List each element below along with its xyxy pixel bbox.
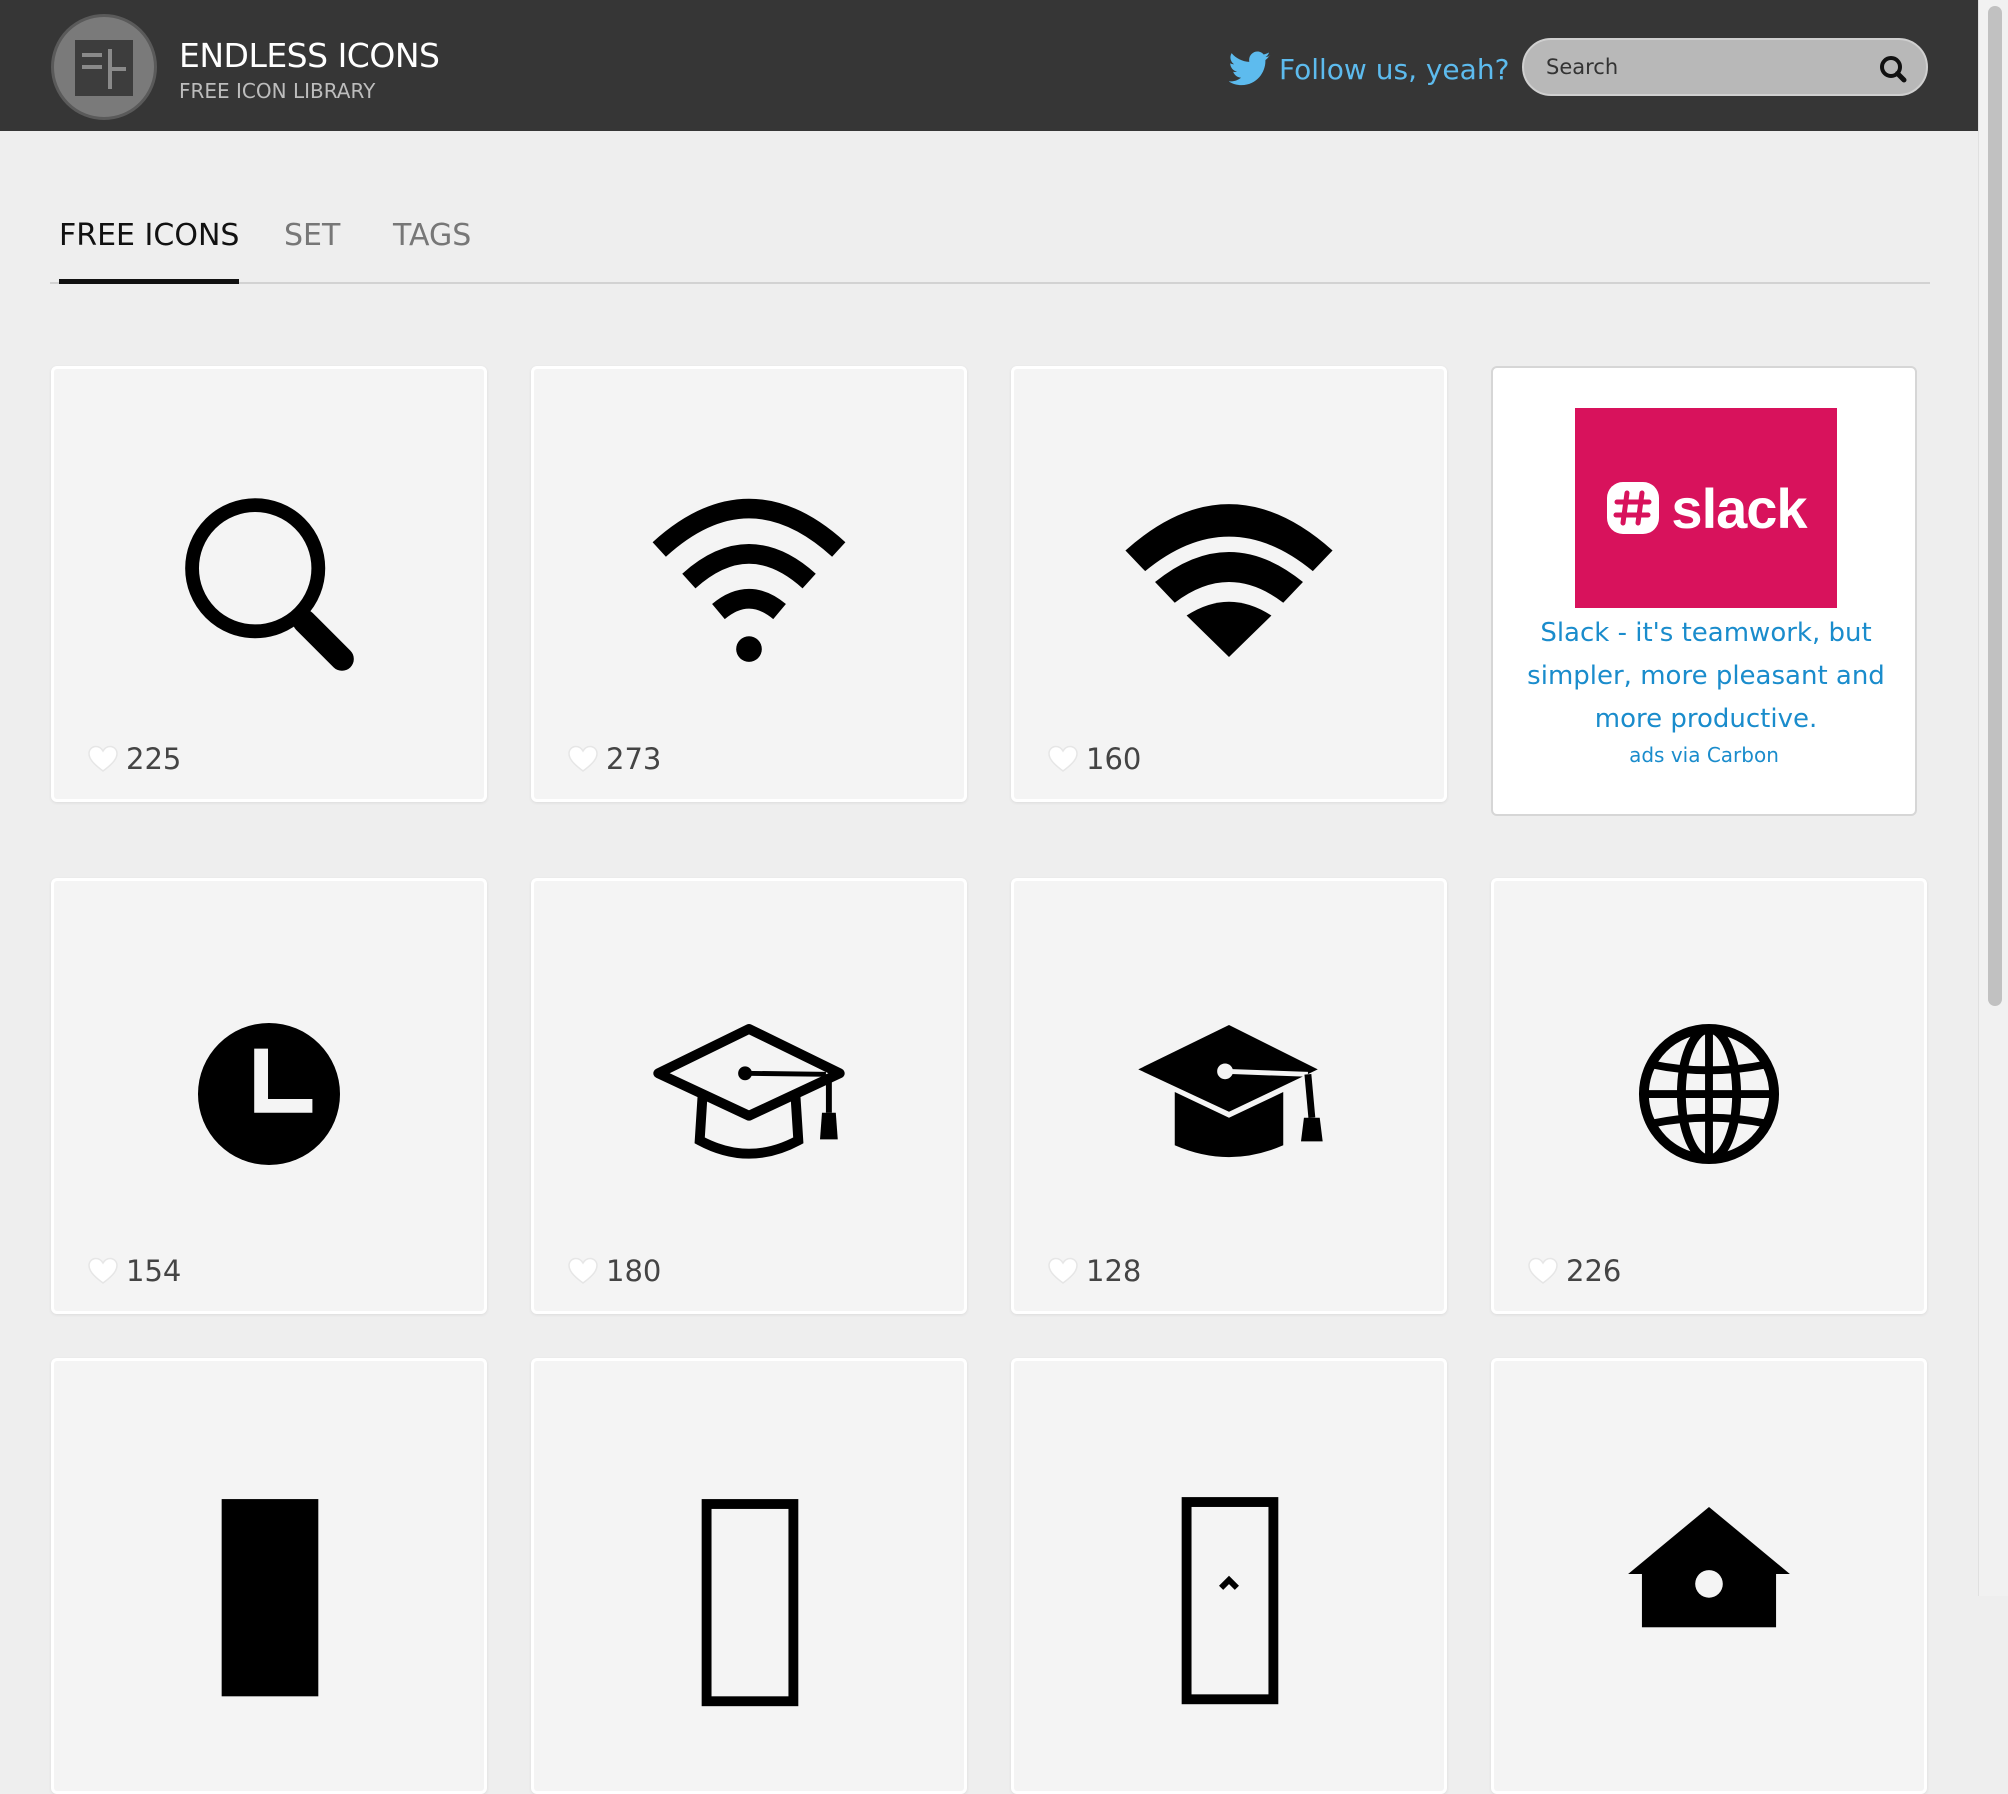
like-counter[interactable]: 273 bbox=[568, 741, 661, 777]
icon-card[interactable]: 273 bbox=[531, 366, 967, 802]
twitter-icon bbox=[1229, 51, 1271, 86]
search-icon bbox=[185, 498, 354, 671]
icon-card[interactable]: 128 bbox=[1011, 878, 1447, 1314]
like-count: 160 bbox=[1086, 742, 1142, 776]
like-counter[interactable]: 160 bbox=[1048, 741, 1141, 777]
icon-card[interactable] bbox=[1011, 1358, 1447, 1794]
icon-card[interactable]: 154 bbox=[51, 878, 487, 1314]
ad-text[interactable]: Slack - it's teamwork, but simpler, more… bbox=[1513, 612, 1899, 741]
site-logo[interactable] bbox=[51, 14, 157, 120]
like-count: 180 bbox=[606, 1254, 662, 1288]
scrollbar-thumb[interactable] bbox=[1988, 6, 2002, 1006]
icon-card[interactable] bbox=[1491, 1358, 1927, 1794]
graduation-cap-solid-icon bbox=[1138, 1024, 1323, 1158]
carbon-ad[interactable]: slack Slack - it's teamwork, but simpler… bbox=[1491, 366, 1917, 816]
icon-card[interactable]: 225 bbox=[51, 366, 487, 802]
icon-card[interactable] bbox=[51, 1358, 487, 1794]
site-subtitle: FREE ICON LIBRARY bbox=[179, 79, 376, 103]
heart-icon bbox=[1048, 1257, 1078, 1284]
like-count: 154 bbox=[126, 1254, 182, 1288]
heart-icon bbox=[1528, 1257, 1558, 1284]
search-input[interactable] bbox=[1544, 48, 1868, 86]
icon-card[interactable]: 160 bbox=[1011, 366, 1447, 802]
ad-brand: slack bbox=[1671, 476, 1807, 540]
wifi-icon bbox=[652, 498, 846, 662]
bookmark-outline-icon bbox=[1181, 1497, 1279, 1705]
search-box bbox=[1522, 38, 1928, 96]
tab-tags[interactable]: TAGS bbox=[393, 218, 471, 280]
search-icon[interactable] bbox=[1878, 54, 1908, 84]
heart-icon bbox=[568, 745, 598, 772]
like-counter[interactable]: 128 bbox=[1048, 1253, 1141, 1289]
like-counter[interactable]: 226 bbox=[1528, 1253, 1621, 1289]
tab-free-icons[interactable]: FREE ICONS bbox=[59, 218, 240, 284]
icon-card[interactable]: 226 bbox=[1491, 878, 1927, 1314]
clock-icon bbox=[197, 1023, 341, 1166]
like-count: 273 bbox=[606, 742, 662, 776]
tab-set[interactable]: SET bbox=[284, 218, 340, 280]
like-count: 128 bbox=[1086, 1254, 1142, 1288]
heart-icon bbox=[568, 1257, 598, 1284]
rectangle-outline-icon bbox=[701, 1499, 799, 1707]
twitter-follow-link[interactable]: Follow us, yeah? bbox=[1229, 44, 1509, 94]
site-title[interactable]: ENDLESS ICONS bbox=[179, 36, 440, 75]
logo-icon bbox=[75, 40, 133, 96]
rectangle-solid-icon bbox=[221, 1499, 319, 1697]
like-count: 226 bbox=[1566, 1254, 1622, 1288]
globe-icon bbox=[1638, 1024, 1780, 1165]
heart-icon bbox=[1048, 745, 1078, 772]
site-header: ENDLESS ICONS FREE ICON LIBRARY Follow u… bbox=[0, 0, 1978, 131]
page-scrollbar[interactable] bbox=[1978, 0, 2008, 1596]
follow-label: Follow us, yeah? bbox=[1279, 52, 1510, 86]
slack-logo-icon bbox=[1607, 482, 1660, 534]
slack-ad-image[interactable]: slack bbox=[1575, 408, 1837, 608]
like-count: 225 bbox=[126, 742, 182, 776]
icon-card[interactable]: 180 bbox=[531, 878, 967, 1314]
home-icon bbox=[1628, 1506, 1790, 1628]
graduation-cap-outline-icon bbox=[653, 1024, 845, 1159]
like-counter[interactable]: 154 bbox=[88, 1253, 181, 1289]
like-counter[interactable]: 180 bbox=[568, 1253, 661, 1289]
wifi-wedge-icon bbox=[1125, 504, 1333, 657]
nav-tabs: FREE ICONS SET TAGS bbox=[50, 210, 1930, 284]
heart-icon bbox=[88, 745, 118, 772]
ads-via-carbon-link[interactable]: ads via Carbon bbox=[1493, 743, 1915, 767]
icon-card[interactable] bbox=[531, 1358, 967, 1794]
heart-icon bbox=[88, 1257, 118, 1284]
like-counter[interactable]: 225 bbox=[88, 741, 181, 777]
